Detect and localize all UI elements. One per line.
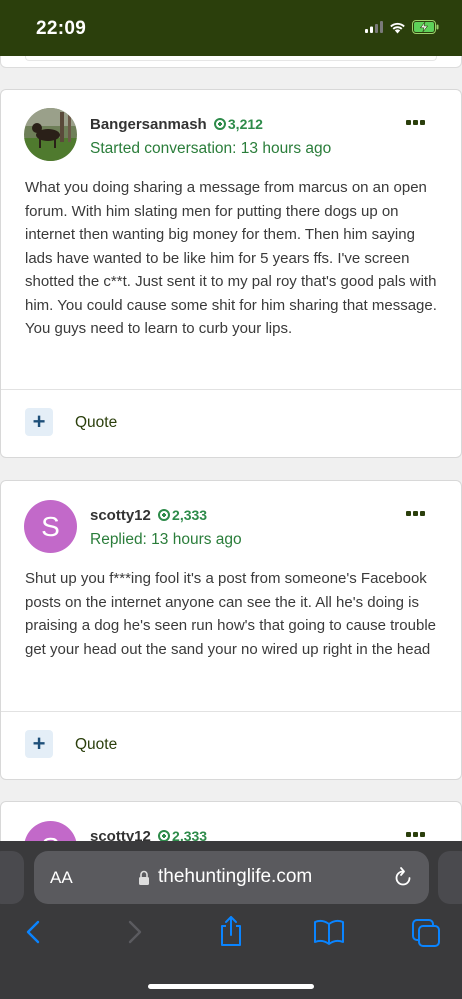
post-meta: Started conversation: 13 hours ago	[90, 140, 332, 157]
post-body: Shut up you f***ing fool it's a post fro…	[25, 570, 436, 658]
text-size-button[interactable]: AA	[50, 868, 73, 888]
forward-icon[interactable]	[124, 916, 144, 948]
post-header: Bangersanmash 3,212 Started conversation…	[1, 90, 461, 176]
post-author[interactable]: scotty12 2,333	[90, 828, 207, 841]
post-header: S scotty12 2,333 Replied: 13 hours ago	[1, 481, 461, 567]
more-options-icon[interactable]	[406, 511, 425, 516]
author-name[interactable]: scotty12	[90, 828, 151, 841]
reputation-plus-icon	[213, 118, 226, 130]
quote-button[interactable]: Quote	[75, 736, 117, 754]
post-body: What you doing sharing a message from ma…	[25, 179, 437, 337]
avatar-photo	[24, 108, 77, 161]
reputation-plus-icon	[158, 830, 171, 841]
post-author[interactable]: Bangersanmash 3,212	[90, 116, 263, 133]
post-card: Bangersanmash 3,212 Started conversation…	[0, 89, 462, 458]
address-bar[interactable]: AA thehuntinglife.com	[34, 851, 429, 904]
url-domain[interactable]: thehuntinglife.com	[158, 866, 312, 888]
status-icons	[365, 20, 440, 34]
wifi-icon	[390, 22, 405, 33]
avatar[interactable]	[24, 108, 77, 161]
lock-icon	[139, 870, 149, 885]
post-meta: Replied: 13 hours ago	[90, 531, 242, 548]
reputation-badge: 3,212	[213, 116, 263, 132]
post-card: S scotty12 2,333	[0, 801, 462, 841]
home-indicator	[148, 984, 314, 989]
reputation-count: 3,212	[227, 116, 263, 132]
back-icon[interactable]	[24, 916, 44, 948]
status-bar: 22:09	[0, 0, 462, 56]
reputation-count: 2,333	[172, 507, 208, 523]
post-author[interactable]: scotty12 2,333	[90, 507, 207, 524]
post-footer: + Quote	[1, 389, 461, 457]
battery-charging-icon	[412, 20, 439, 34]
reload-icon[interactable]	[393, 866, 413, 888]
author-name[interactable]: scotty12	[90, 507, 151, 524]
multiquote-plus-button[interactable]: +	[25, 408, 53, 436]
post-footer: + Quote	[1, 711, 461, 779]
share-icon[interactable]	[217, 914, 245, 948]
status-time: 22:09	[36, 18, 87, 39]
reputation-badge: 2,333	[158, 828, 207, 841]
post-card: S scotty12 2,333 Replied: 13 hours ago S…	[0, 480, 462, 780]
page-content: Bangersanmash 3,212 Started conversation…	[0, 56, 462, 841]
bookmarks-icon[interactable]	[312, 918, 346, 946]
quote-button[interactable]: Quote	[75, 414, 117, 432]
reputation-count: 2,333	[172, 828, 208, 841]
next-tab-edge[interactable]	[438, 851, 462, 904]
author-name[interactable]: Bangersanmash	[90, 116, 207, 133]
multiquote-plus-button[interactable]: +	[25, 730, 53, 758]
previous-card-edge	[0, 56, 462, 68]
signal-icon	[365, 21, 383, 33]
reputation-badge: 2,333	[158, 507, 207, 523]
avatar[interactable]: S	[24, 821, 77, 841]
tabs-icon[interactable]	[411, 918, 441, 948]
reputation-plus-icon	[158, 509, 171, 521]
browser-chrome: AA thehuntinglife.com	[0, 841, 462, 999]
previous-tab-edge[interactable]	[0, 851, 24, 904]
more-options-icon[interactable]	[406, 120, 425, 125]
browser-toolbar	[0, 916, 462, 956]
post-header: S scotty12 2,333	[1, 802, 461, 841]
more-options-icon[interactable]	[406, 832, 425, 837]
avatar[interactable]: S	[24, 500, 77, 553]
